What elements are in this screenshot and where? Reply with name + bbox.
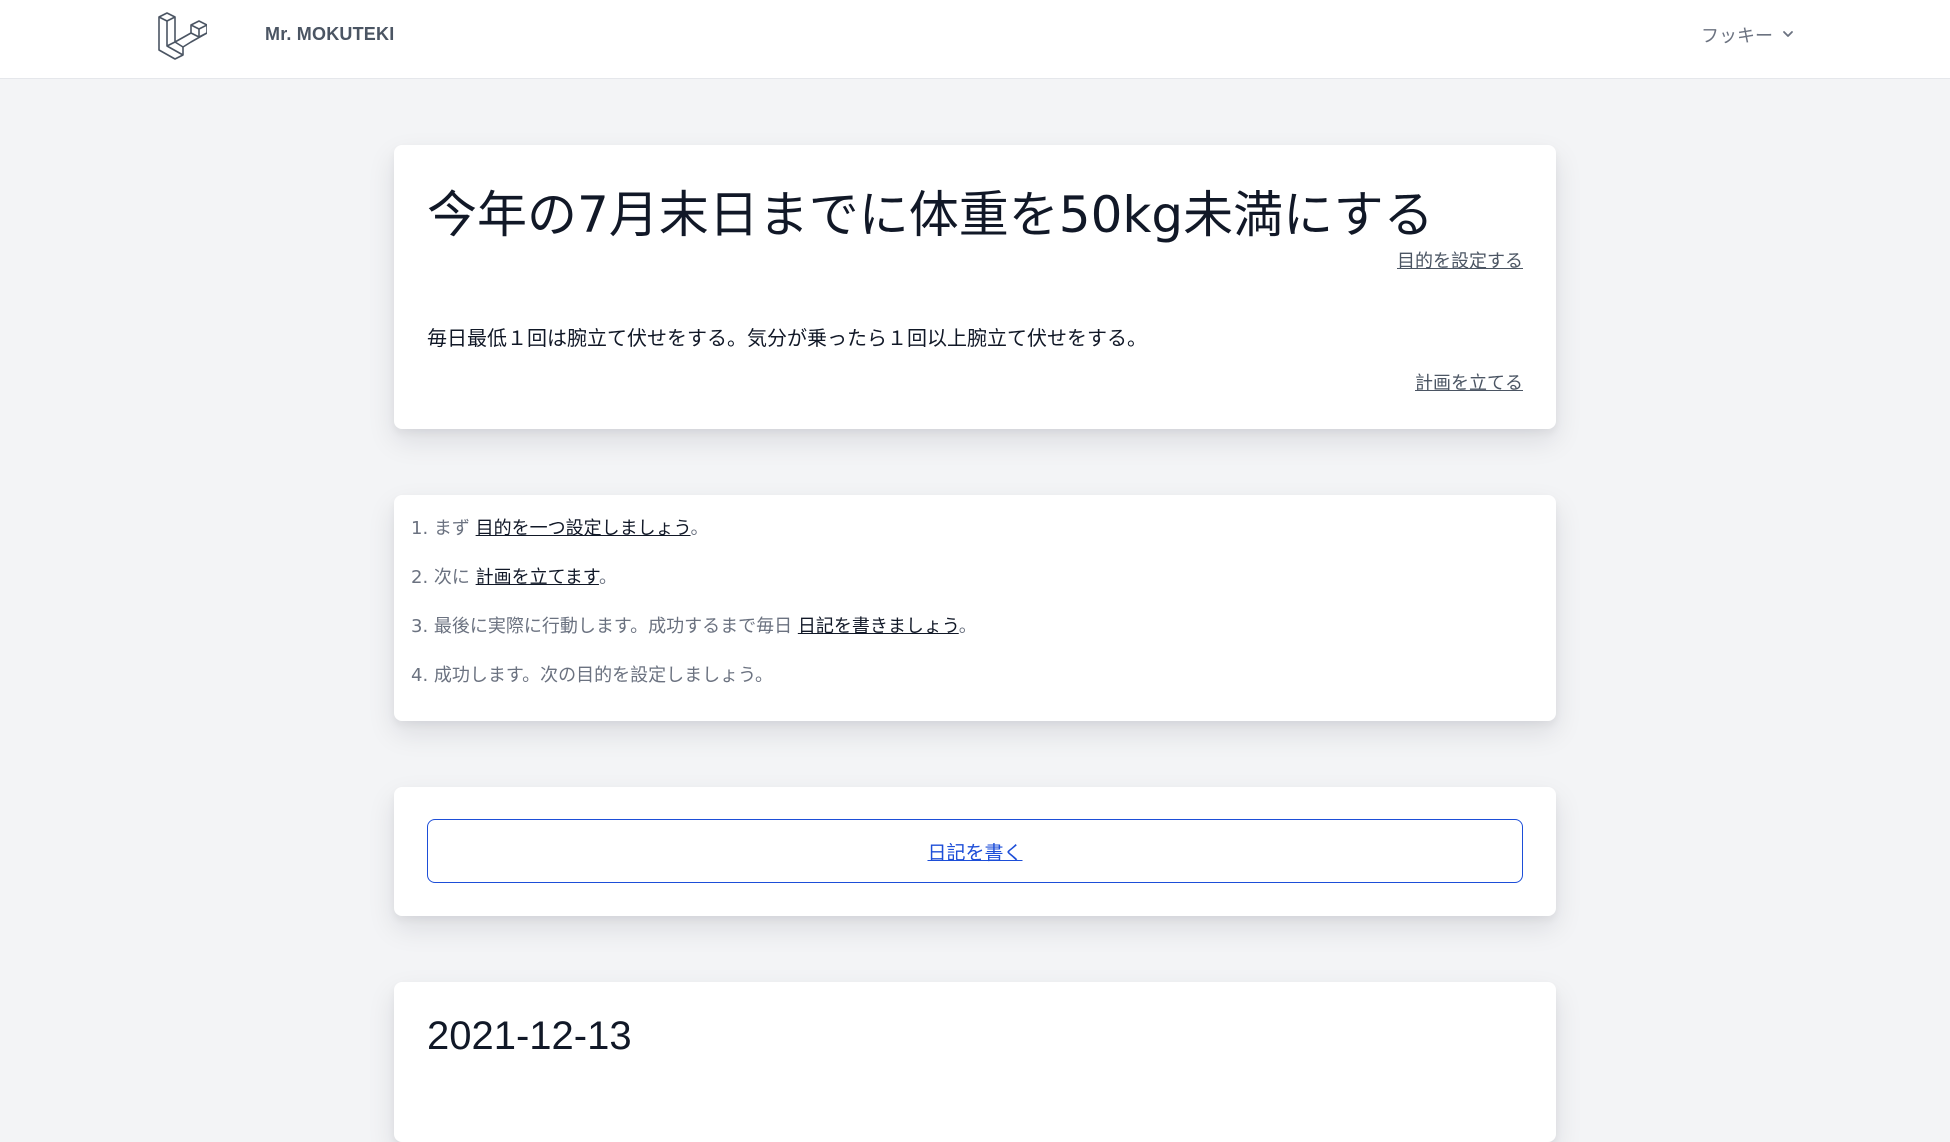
laravel-logo-icon[interactable] [155, 9, 208, 61]
instruction-step-1: 1. まず 目的を一つ設定しましょう。 [411, 517, 977, 566]
write-diary-step-link[interactable]: 日記を書きましょう [798, 616, 959, 637]
set-goal-link[interactable]: 目的を設定する [1397, 247, 1523, 273]
instruction-step-3: 3. 最後に実際に行動します。成功するまで毎日 日記を書きましょう。 [411, 615, 977, 664]
step-text: 3. 最後に実際に行動します。成功するまで毎日 [411, 616, 798, 637]
goal-card: 今年の7月末日までに体重を50kg未満にする 目的を設定する 毎日最低１回は腕立… [394, 145, 1556, 429]
top-navigation: Mr. MOKUTEKI フッキー [0, 0, 1950, 79]
step-suffix: 。 [690, 518, 709, 539]
make-plan-link[interactable]: 計画を立てる [1415, 369, 1523, 395]
step-suffix: 。 [598, 567, 617, 588]
instruction-list: 1. まず 目的を一つ設定しましょう。 2. 次に 計画を立てます。 3. 最後… [411, 517, 977, 713]
user-name: フッキー [1701, 26, 1773, 47]
write-diary-button[interactable]: 日記を書く [427, 819, 1523, 883]
step-text: 1. まず [411, 518, 476, 539]
chevron-down-icon [1781, 25, 1795, 46]
write-diary-label: 日記を書く [927, 841, 1023, 864]
step-text: 4. 成功します。次の目的を設定しましょう。 [411, 665, 774, 686]
brand-link[interactable]: Mr. MOKUTEKI [265, 24, 394, 45]
instruction-step-4: 4. 成功します。次の目的を設定しましょう。 [411, 664, 977, 713]
set-one-goal-link[interactable]: 目的を一つ設定しましょう [476, 518, 691, 539]
make-plan-step-link[interactable]: 計画を立てます [476, 567, 599, 588]
instructions-card: 1. まず 目的を一つ設定しましょう。 2. 次に 計画を立てます。 3. 最後… [394, 495, 1556, 721]
entry-date: 2021-12-13 [427, 1014, 632, 1058]
instruction-step-2: 2. 次に 計画を立てます。 [411, 566, 977, 615]
step-suffix: 。 [958, 616, 977, 637]
write-diary-card: 日記を書く [394, 787, 1556, 916]
plan-text: 毎日最低１回は腕立て伏せをする。気分が乗ったら１回以上腕立て伏せをする。 [427, 326, 1147, 350]
step-text: 2. 次に [411, 567, 476, 588]
goal-title: 今年の7月末日までに体重を50kg未満にする [427, 186, 1434, 244]
user-menu-dropdown[interactable]: フッキー [1701, 22, 1795, 48]
diary-entry-card: 2021-12-13 [394, 982, 1556, 1142]
